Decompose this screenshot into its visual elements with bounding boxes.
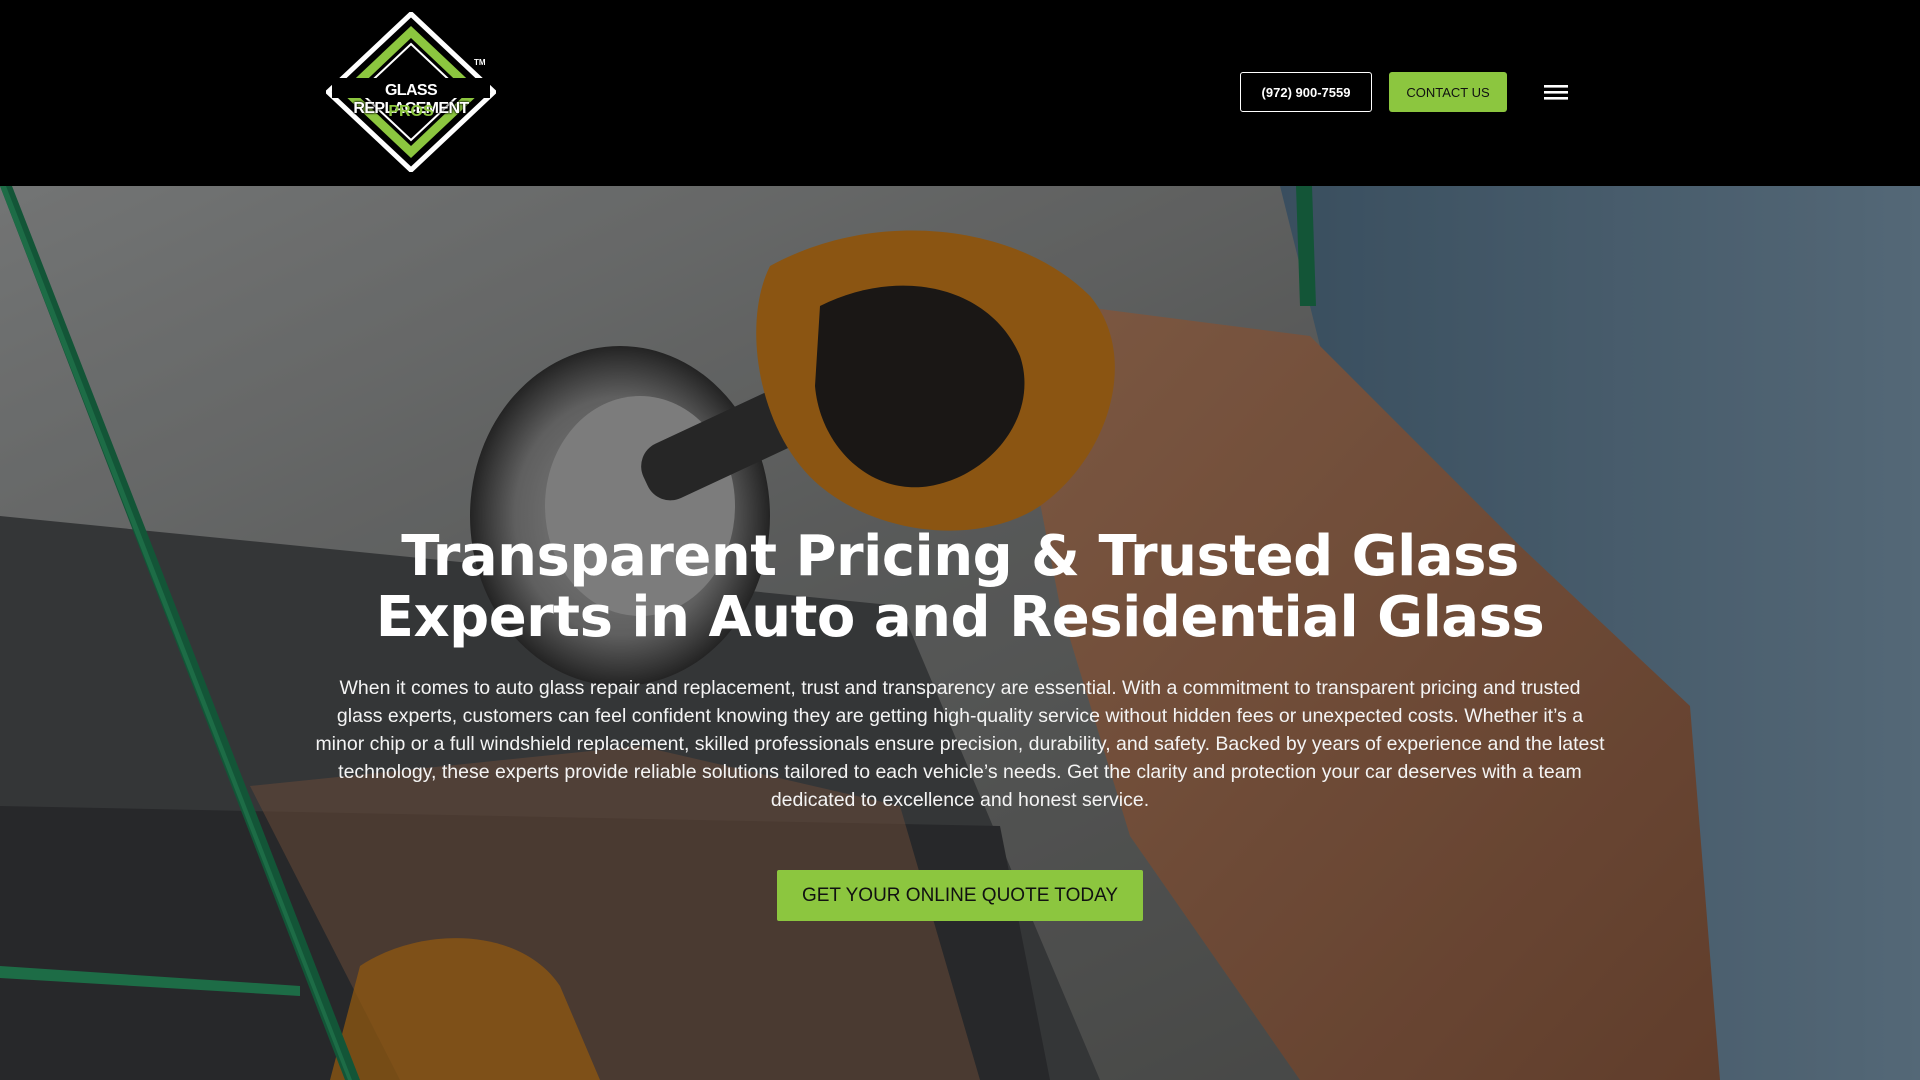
contact-us-button[interactable]: CONTACT US	[1389, 72, 1507, 112]
phone-button[interactable]: (972) 900-7559	[1240, 72, 1372, 112]
logo-subtitle: PROS	[388, 103, 434, 120]
get-quote-button[interactable]: GET YOUR ONLINE QUOTE TODAY	[776, 870, 1144, 921]
menu-button[interactable]	[1541, 79, 1571, 105]
hamburger-menu-icon	[1544, 85, 1568, 100]
hero-description: When it comes to auto glass repair and r…	[315, 677, 1605, 811]
site-header: TM GLASS REPLACEMENT PROS (972) 900-7559…	[0, 0, 1920, 186]
hero-title: Transparent Pricing & Trusted Glass Expe…	[375, 524, 1545, 650]
logo[interactable]: TM GLASS REPLACEMENT PROS	[326, 12, 496, 172]
hero-section: Transparent Pricing & Trusted Glass Expe…	[0, 186, 1920, 1080]
logo-trademark: TM	[474, 58, 486, 67]
page: TM GLASS REPLACEMENT PROS (972) 900-7559…	[0, 0, 1920, 1080]
hero-content: Transparent Pricing & Trusted Glass Expe…	[300, 526, 1620, 921]
